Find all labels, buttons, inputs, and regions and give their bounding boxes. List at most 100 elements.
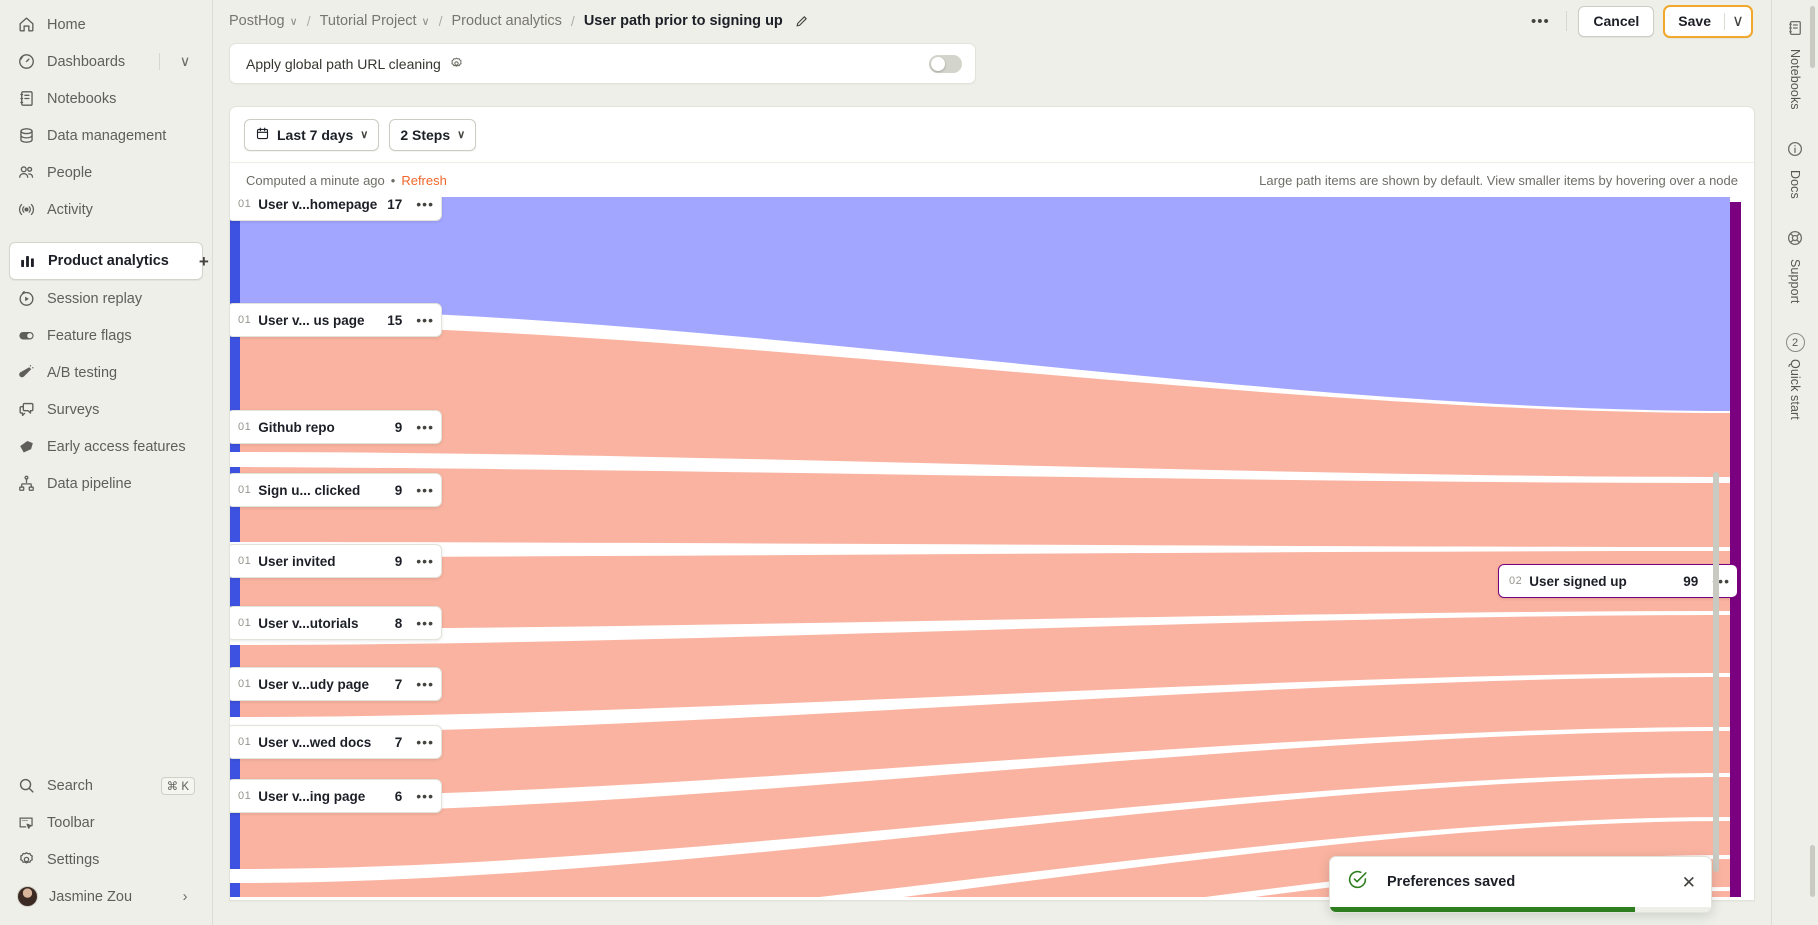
breadcrumb-posthog[interactable]: PostHog ∨ — [229, 13, 298, 29]
right-sidebar: Notebooks Docs Support 2 Quick start — [1771, 0, 1818, 925]
right-rail-label: Support — [1788, 258, 1802, 304]
add-insight-button[interactable]: + — [199, 253, 209, 270]
sidebar-item-dashboards[interactable]: Dashboards ∨ — [9, 43, 203, 80]
node-label: User v...udy page — [258, 676, 370, 692]
right-rail-quick-start[interactable]: 2 Quick start — [1776, 326, 1815, 429]
sidebar-item-data-management[interactable]: Data management — [9, 117, 203, 154]
node-menu-button[interactable]: ••• — [416, 788, 434, 804]
node-menu-button[interactable]: ••• — [416, 419, 434, 435]
sankey-node[interactable]: 01 User v...utorials 8 ••• — [230, 606, 442, 640]
user-name: Jasmine Zou — [49, 888, 133, 905]
status-dot: • — [390, 172, 396, 188]
sankey-source-bar[interactable] — [230, 883, 240, 897]
save-dropdown-button[interactable]: ∨ — [1725, 7, 1751, 36]
edit-title-icon[interactable] — [794, 14, 809, 29]
path-url-cleaning-card: Apply global path URL cleaning — [229, 43, 976, 84]
breadcrumb-product-analytics[interactable]: Product analytics — [452, 13, 562, 29]
date-range-label: Last 7 days — [277, 126, 354, 143]
right-scrollbar-top[interactable] — [1810, 6, 1815, 68]
sankey-node[interactable]: 01 User v...wed docs 7 ••• — [230, 725, 442, 759]
steps-filter[interactable]: 2 Steps ∨ — [389, 118, 477, 151]
save-button-group: Save ∨ — [1663, 4, 1753, 38]
sankey-node[interactable]: 01 User v...homepage 17 ••• — [230, 197, 442, 221]
chevron-down-icon: ∨ — [421, 15, 430, 28]
sidebar-item-early-access-features[interactable]: Early access features — [9, 428, 203, 465]
sankey-node[interactable]: 01 User v...ing page 6 ••• — [230, 779, 442, 813]
sidebar-item-people[interactable]: People — [9, 154, 203, 191]
node-value: 9 — [394, 553, 403, 569]
sidebar-item-ab-testing[interactable]: A/B testing — [9, 354, 203, 391]
node-menu-button[interactable]: ••• — [416, 553, 434, 569]
app-root: Home Dashboards ∨ Notebooks Data managem… — [0, 0, 1818, 925]
search-icon — [17, 776, 36, 795]
gear-icon[interactable] — [449, 56, 464, 71]
sankey-node[interactable]: 01 User v...udy page 7 ••• — [230, 667, 442, 701]
paths-hint: Large path items are shown by default. V… — [1259, 172, 1738, 188]
close-icon[interactable]: ✕ — [1682, 874, 1696, 891]
right-rail-notebooks[interactable]: Notebooks — [1776, 12, 1815, 119]
breadcrumb-tutorial-project[interactable]: Tutorial Project ∨ — [320, 13, 430, 29]
main-column: PostHog ∨ / Tutorial Project ∨ / Product… — [213, 0, 1771, 925]
sidebar-item-session-replay[interactable]: Session replay — [9, 280, 203, 317]
chevron-right-icon[interactable]: › — [175, 889, 195, 905]
steps-label: 2 Steps — [400, 126, 451, 143]
node-menu-button[interactable]: ••• — [416, 482, 434, 498]
sankey-node[interactable]: 01 User invited 9 ••• — [230, 544, 442, 578]
path-url-cleaning-toggle[interactable] — [929, 54, 962, 73]
sidebar-item-search[interactable]: Search ⌘ K — [9, 767, 203, 804]
right-rail-support[interactable]: Support — [1776, 222, 1815, 312]
sidebar-item-data-pipeline[interactable]: Data pipeline — [9, 465, 203, 502]
sankey-node[interactable]: 01 Sign u... clicked 9 ••• — [230, 473, 442, 507]
database-icon — [17, 126, 36, 145]
flask-icon — [17, 363, 36, 382]
nav-bottom: Search ⌘ K Toolbar Settings Jasmine Zou … — [0, 767, 212, 925]
right-rail-docs[interactable]: Docs — [1776, 133, 1815, 208]
node-menu-button[interactable]: ••• — [416, 676, 434, 692]
sidebar-item-toolbar[interactable]: Toolbar — [9, 804, 203, 841]
notebook-icon — [1786, 19, 1804, 42]
nav-products: Product analytics + Session replay Featu… — [0, 242, 212, 502]
sidebar-item-notebooks[interactable]: Notebooks — [9, 80, 203, 117]
right-scrollbar-bottom[interactable] — [1810, 845, 1815, 897]
sankey-target-bar[interactable] — [1730, 202, 1741, 897]
sidebar-item-product-analytics[interactable]: Product analytics + — [9, 242, 209, 280]
sidebar-item-surveys[interactable]: Surveys — [9, 391, 203, 428]
chevron-down-icon: ∨ — [289, 15, 298, 28]
sankey-source-bar[interactable] — [230, 813, 240, 869]
node-index: 02 — [1509, 575, 1523, 587]
cancel-button[interactable]: Cancel — [1578, 5, 1655, 37]
node-value: 7 — [394, 734, 403, 750]
node-menu-button[interactable]: ••• — [416, 615, 434, 631]
sankey-node[interactable]: 01 Github repo 9 ••• — [230, 410, 442, 444]
refresh-button[interactable]: Refresh — [401, 173, 447, 188]
sidebar-item-home[interactable]: Home — [9, 6, 203, 43]
gear-icon — [17, 850, 36, 869]
pipeline-icon — [17, 474, 36, 493]
node-menu-button[interactable]: ••• — [416, 197, 434, 212]
nav-primary: Home Dashboards ∨ Notebooks Data managem… — [0, 6, 212, 228]
sidebar-item-feature-flags[interactable]: Feature flags — [9, 317, 203, 354]
content-scrollbar[interactable] — [1713, 472, 1719, 872]
sidebar-item-user-account[interactable]: Jasmine Zou › — [9, 878, 203, 915]
node-menu-button[interactable]: ••• — [416, 312, 434, 328]
sankey-node[interactable]: 01 User v... us page 15 ••• — [230, 303, 442, 337]
sidebar-item-label: A/B testing — [47, 364, 118, 381]
path-url-cleaning-label: Apply global path URL cleaning — [246, 55, 441, 72]
sidebar-item-activity[interactable]: Activity — [9, 191, 203, 228]
sidebar-item-label: Early access features — [47, 438, 186, 455]
chevron-down-icon[interactable]: ∨ — [175, 54, 195, 70]
node-value: 9 — [394, 419, 403, 435]
sidebar-item-label: Data pipeline — [47, 475, 132, 492]
save-button[interactable]: Save — [1665, 7, 1724, 36]
node-index: 01 — [238, 790, 252, 802]
more-options-button[interactable]: ••• — [1525, 7, 1555, 35]
page-title: User path prior to signing up — [584, 13, 783, 29]
right-rail-label: Docs — [1788, 169, 1802, 199]
date-range-filter[interactable]: Last 7 days ∨ — [244, 118, 380, 151]
node-menu-button[interactable]: ••• — [416, 734, 434, 750]
sidebar-item-settings[interactable]: Settings — [9, 841, 203, 878]
node-value: 8 — [394, 615, 403, 631]
sankey-node-end[interactable]: 02 User signed up 99 ••• — [1498, 564, 1738, 598]
sidebar-item-label: Notebooks — [47, 90, 117, 107]
sankey-svg — [230, 197, 1741, 897]
